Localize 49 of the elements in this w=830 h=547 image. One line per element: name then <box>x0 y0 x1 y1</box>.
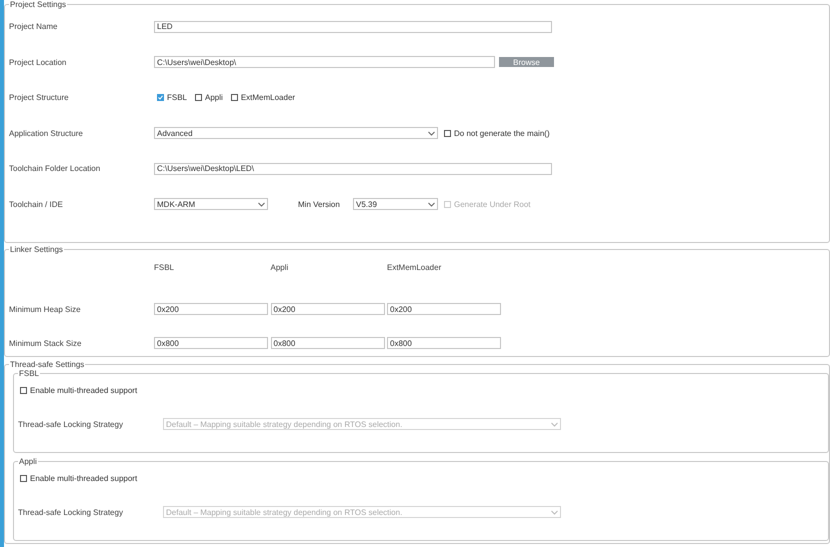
field-label: Toolchain / IDE <box>9 200 64 209</box>
chevron-down-icon <box>551 510 558 514</box>
checkbox-label: Generate Under Root <box>454 200 530 209</box>
checkbox[interactable] <box>444 130 451 137</box>
checkbox[interactable] <box>20 386 27 394</box>
field-label: Project Location <box>9 58 68 67</box>
text-field[interactable]: LED <box>154 20 552 33</box>
field-label: Toolchain Folder Location <box>9 164 102 174</box>
text-field[interactable]: 0x200 <box>387 303 501 315</box>
checkbox-label: Enable multi-threaded support <box>30 474 138 482</box>
field-label: Project Structure <box>9 93 70 102</box>
checkbox[interactable] <box>20 474 27 482</box>
field-label: Minimum Stack Size <box>9 338 82 348</box>
text-field[interactable]: 0x800 <box>154 337 268 349</box>
field-label: Minimum Heap Size <box>9 304 82 314</box>
checkbox-label: Do not generate the main() <box>454 128 550 138</box>
dropdown[interactable]: V5.39 <box>353 198 438 210</box>
checkbox-label: Enable multi-threaded support <box>30 386 138 394</box>
checkbox-label: FSBL <box>167 93 188 102</box>
section-title: Linker Settings <box>9 245 64 254</box>
field-label: Min Version <box>298 200 341 209</box>
checkbox-label: ExtMemLoader <box>240 93 296 102</box>
path-field[interactable]: C:\Users\wei\Desktop\ <box>154 56 495 68</box>
checkbox[interactable] <box>230 94 238 102</box>
text-field[interactable]: C:\Users\wei\Desktop\LED\ <box>154 162 552 175</box>
dropdown[interactable]: MDK-ARM <box>154 198 268 210</box>
section-title: Project Settings <box>9 0 68 9</box>
chevron-down-icon <box>551 422 558 426</box>
text-field[interactable]: 0x200 <box>154 303 268 315</box>
column-header: FSBL <box>154 262 176 272</box>
section-title: FSBL <box>18 369 40 378</box>
field-label: Application Structure <box>9 128 84 138</box>
text-field[interactable]: 0x200 <box>270 303 384 315</box>
text-field[interactable]: 0x800 <box>270 337 384 349</box>
field-label: Project Name <box>9 22 58 32</box>
chevron-down-icon <box>428 202 435 207</box>
chevron-down-icon <box>258 202 265 207</box>
section-title: Thread-safe Settings <box>9 360 86 369</box>
chevron-down-icon <box>428 130 435 136</box>
field-label: Thread-safe Locking Strategy <box>18 420 124 428</box>
text-field[interactable]: 0x800 <box>387 337 501 349</box>
checkbox[interactable] <box>157 94 164 102</box>
field-label: Thread-safe Locking Strategy <box>18 508 124 516</box>
column-header: ExtMemLoader <box>387 262 442 272</box>
section-title: Appli <box>18 457 38 466</box>
column-header: Appli <box>270 262 290 272</box>
checkbox-label: Appli <box>205 93 223 102</box>
dropdown[interactable]: Advanced <box>154 127 438 140</box>
checkbox[interactable] <box>195 94 202 102</box>
